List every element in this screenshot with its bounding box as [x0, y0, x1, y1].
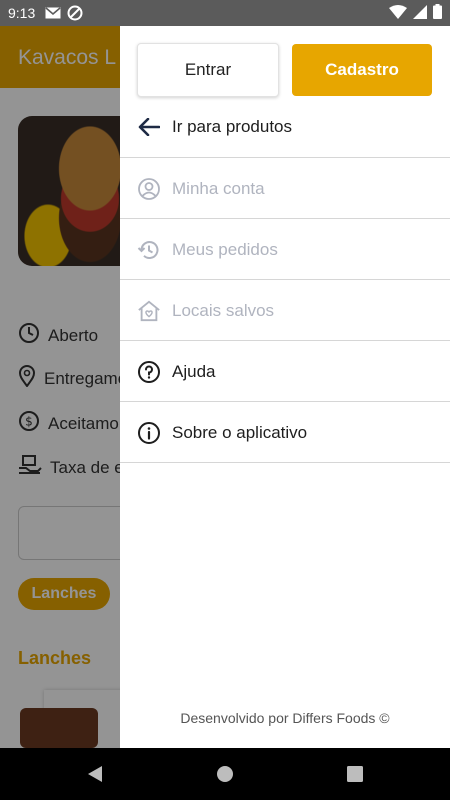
menu-item-about[interactable]: Sobre o aplicativo — [120, 402, 450, 463]
menu-item-label: Meus pedidos — [172, 239, 278, 259]
menu-item-saved-places[interactable]: Locais salvos — [120, 280, 450, 341]
cell-signal-icon — [413, 4, 427, 22]
arrow-left-icon — [137, 115, 161, 139]
info-circle-icon — [137, 421, 161, 445]
menu-item-products[interactable]: Ir para produtos — [120, 96, 450, 157]
recents-icon[interactable] — [346, 764, 364, 789]
gmail-icon — [45, 7, 61, 19]
system-navigation-bar — [0, 748, 450, 800]
help-circle-icon — [137, 360, 161, 384]
menu-item-label: Ir para produtos — [172, 116, 293, 136]
signup-button[interactable]: Cadastro — [292, 44, 432, 96]
clock: 9:13 — [8, 5, 36, 21]
menu-item-label: Ajuda — [172, 361, 216, 381]
navigation-drawer: Entrar Cadastro Ir para produtos Minha c… — [120, 26, 450, 748]
menu-item-label: Minha conta — [172, 178, 265, 198]
battery-icon — [433, 4, 442, 22]
developer-credit: Desenvolvido por Differs Foods © — [180, 710, 390, 726]
status-bar: 9:13 — [0, 0, 450, 26]
menu-item-account[interactable]: Minha conta — [120, 158, 450, 219]
home-icon[interactable] — [216, 764, 234, 789]
back-icon[interactable] — [86, 764, 104, 789]
home-heart-icon — [137, 299, 161, 323]
menu-item-orders[interactable]: Meus pedidos — [120, 219, 450, 280]
divider — [120, 462, 450, 463]
menu-item-label: Sobre o aplicativo — [172, 422, 308, 442]
login-button[interactable]: Entrar — [137, 43, 279, 97]
menu-item-help[interactable]: Ajuda — [120, 341, 450, 402]
menu-item-label: Locais salvos — [172, 300, 275, 320]
wifi-icon — [389, 4, 407, 22]
data-saver-icon — [67, 5, 83, 21]
history-icon — [137, 238, 161, 262]
account-circle-icon — [137, 177, 161, 201]
